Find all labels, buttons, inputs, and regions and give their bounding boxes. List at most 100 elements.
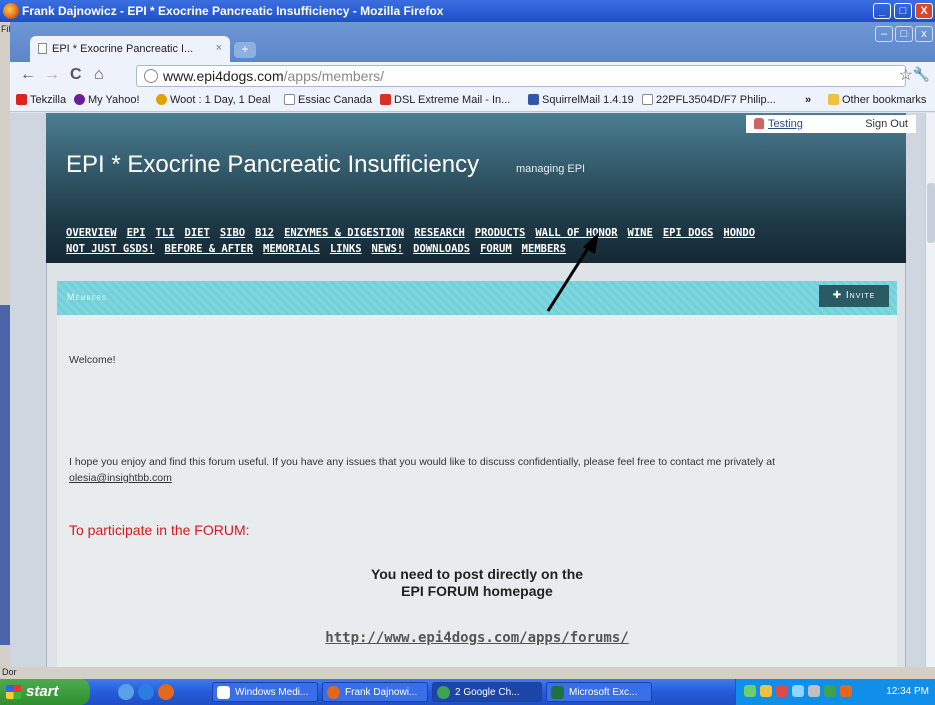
bookmark-my-yahoo[interactable]: My Yahoo! <box>74 94 140 106</box>
task-excel[interactable]: Microsoft Exc... <box>546 682 652 702</box>
nav-b12[interactable]: B12 <box>255 227 274 239</box>
nav-overview[interactable]: OVERVIEW <box>66 227 117 239</box>
tray-icon[interactable] <box>760 685 772 697</box>
yahoo-icon <box>74 94 85 105</box>
tray-icon[interactable] <box>824 685 836 697</box>
user-bar: Testing Sign Out <box>746 115 916 133</box>
tray-icon[interactable] <box>840 685 852 697</box>
task-google-chrome[interactable]: 2 Google Ch... <box>432 682 542 702</box>
nav-members[interactable]: MEMBERS <box>522 243 566 255</box>
firefox-title-bar[interactable]: Frank Dajnowicz - EPI * Exocrine Pancrea… <box>0 0 935 22</box>
page-scrollbar[interactable] <box>925 113 935 667</box>
tray-icon[interactable] <box>808 685 820 697</box>
nav-epi[interactable]: EPI <box>127 227 146 239</box>
nav-epi-dogs[interactable]: EPI DOGS <box>663 227 714 239</box>
members-content: Members ✚ Invite Welcome! I hope you enj… <box>46 263 906 667</box>
intro-text: I hope you enjoy and find this forum use… <box>69 456 776 468</box>
nav-before-after[interactable]: BEFORE & AFTER <box>165 243 254 255</box>
site-title[interactable]: EPI * Exocrine Pancreatic Insufficiency <box>66 151 479 179</box>
chrome-minimize-icon[interactable]: – <box>875 26 893 42</box>
plus-icon: ✚ <box>832 290 846 301</box>
back-icon[interactable]: ← <box>20 66 36 84</box>
nav-sibo[interactable]: SIBO <box>220 227 245 239</box>
nav-downloads[interactable]: DOWNLOADS <box>413 243 470 255</box>
nav-research[interactable]: RESEARCH <box>414 227 465 239</box>
bookmarks-overflow-icon[interactable]: » <box>805 94 811 106</box>
nav-memorials[interactable]: MEMORIALS <box>263 243 320 255</box>
clock: 12:34 PM <box>886 686 929 697</box>
invite-button[interactable]: ✚ Invite <box>819 285 889 307</box>
bookmark-philips[interactable]: 22PFL3504D/F7 Philip... <box>642 94 776 106</box>
bookmark-star-icon[interactable]: ☆ <box>899 65 913 85</box>
nav-wine[interactable]: WINE <box>628 227 653 239</box>
nav-news[interactable]: NEWS! <box>372 243 404 255</box>
task-windows-media[interactable]: Windows Medi... <box>212 682 318 702</box>
system-tray: 12:34 PM <box>735 679 935 705</box>
chrome-window-controls: – □ x <box>855 26 935 44</box>
nav-enzymes[interactable]: ENZYMES & DIGESTION <box>284 227 404 239</box>
nav-tli[interactable]: TLI <box>156 227 175 239</box>
windows-taskbar: start Windows Medi... Frank Dajnowi... 2… <box>0 679 935 705</box>
bookmark-tekzilla[interactable]: Tekzilla <box>16 94 66 106</box>
minimize-icon[interactable]: _ <box>873 3 891 19</box>
nav-products[interactable]: PRODUCTS <box>475 227 526 239</box>
new-tab-button[interactable]: + <box>234 42 256 58</box>
nav-wall-of-honor[interactable]: WALL OF HONOR <box>535 227 617 239</box>
members-header-bar: Members ✚ Invite <box>57 281 897 315</box>
wrench-icon[interactable]: 🔧 <box>913 66 930 83</box>
firefox-icon <box>327 686 340 699</box>
tab-title: EPI * Exocrine Pancreatic I... <box>52 43 194 55</box>
reload-icon[interactable]: C <box>70 66 82 84</box>
post-line-1: You need to post directly on the <box>370 566 584 582</box>
bookmark-squirrelmail[interactable]: SquirrelMail 1.4.19 <box>528 94 634 106</box>
nav-links[interactable]: LINKS <box>330 243 362 255</box>
chrome-icon <box>437 686 450 699</box>
chrome-close-icon[interactable]: x <box>915 26 933 42</box>
maximize-icon[interactable]: □ <box>894 3 912 19</box>
bookmarks-bar: Tekzilla My Yahoo! Woot : 1 Day, 1 Deal … <box>10 90 935 112</box>
tab-close-icon[interactable]: × <box>216 42 222 54</box>
firefox-icon <box>3 3 19 19</box>
quicklaunch-firefox-icon[interactable] <box>158 684 174 700</box>
chrome-tab-strip: EPI * Exocrine Pancreatic I... × + – □ x <box>10 22 935 62</box>
welcome-text: Welcome! <box>69 354 116 366</box>
globe-icon <box>144 69 158 83</box>
sign-out-link[interactable]: Sign Out <box>865 118 908 130</box>
page-icon <box>642 94 653 105</box>
bookmark-essiac[interactable]: Essiac Canada <box>284 94 372 106</box>
home-icon[interactable]: ⌂ <box>94 66 104 84</box>
chrome-restore-icon[interactable]: □ <box>895 26 913 42</box>
start-button[interactable]: start <box>0 679 90 705</box>
url-path: /apps/members/ <box>283 68 384 84</box>
excel-icon <box>551 686 564 699</box>
site-header: Testing Sign Out EPI * Exocrine Pancreat… <box>46 113 916 263</box>
page-icon <box>38 43 47 54</box>
task-firefox[interactable]: Frank Dajnowi... <box>322 682 428 702</box>
grid-icon <box>528 94 539 105</box>
site-subtitle: managing EPI <box>516 163 586 175</box>
user-icon <box>754 118 764 129</box>
quicklaunch-chrome-icon[interactable] <box>118 684 134 700</box>
nav-forum[interactable]: FORUM <box>480 243 512 255</box>
tray-icon[interactable] <box>792 685 804 697</box>
user-link[interactable]: Testing <box>768 118 803 130</box>
tab-epi[interactable]: EPI * Exocrine Pancreatic I... × <box>30 36 230 62</box>
gmail-icon <box>380 94 391 105</box>
other-bookmarks[interactable]: Other bookmarks <box>828 94 926 106</box>
close-icon[interactable]: X <box>915 3 933 19</box>
forum-url-link[interactable]: http://www.epi4dogs.com/apps/forums/ <box>57 630 897 646</box>
bookmark-woot[interactable]: Woot : 1 Day, 1 Deal <box>156 94 270 106</box>
file-menu-fragment[interactable]: File <box>0 22 16 36</box>
address-bar[interactable]: www.epi4dogs.com/apps/members/ <box>136 65 906 87</box>
scrollbar-thumb[interactable] <box>927 183 935 243</box>
email-link[interactable]: olesia@insightbb.com <box>69 472 172 484</box>
nav-not-just-gsds[interactable]: NOT JUST GSDS! <box>66 243 155 255</box>
bookmark-dsl-mail[interactable]: DSL Extreme Mail - In... <box>380 94 510 106</box>
tray-icon[interactable] <box>776 685 788 697</box>
quicklaunch-ie-icon[interactable] <box>138 684 154 700</box>
windows-flag-icon <box>6 685 21 699</box>
tray-icon[interactable] <box>744 685 756 697</box>
nav-hondo[interactable]: HONDO <box>723 227 755 239</box>
nav-diet[interactable]: DIET <box>185 227 210 239</box>
forward-icon[interactable]: → <box>44 66 60 84</box>
